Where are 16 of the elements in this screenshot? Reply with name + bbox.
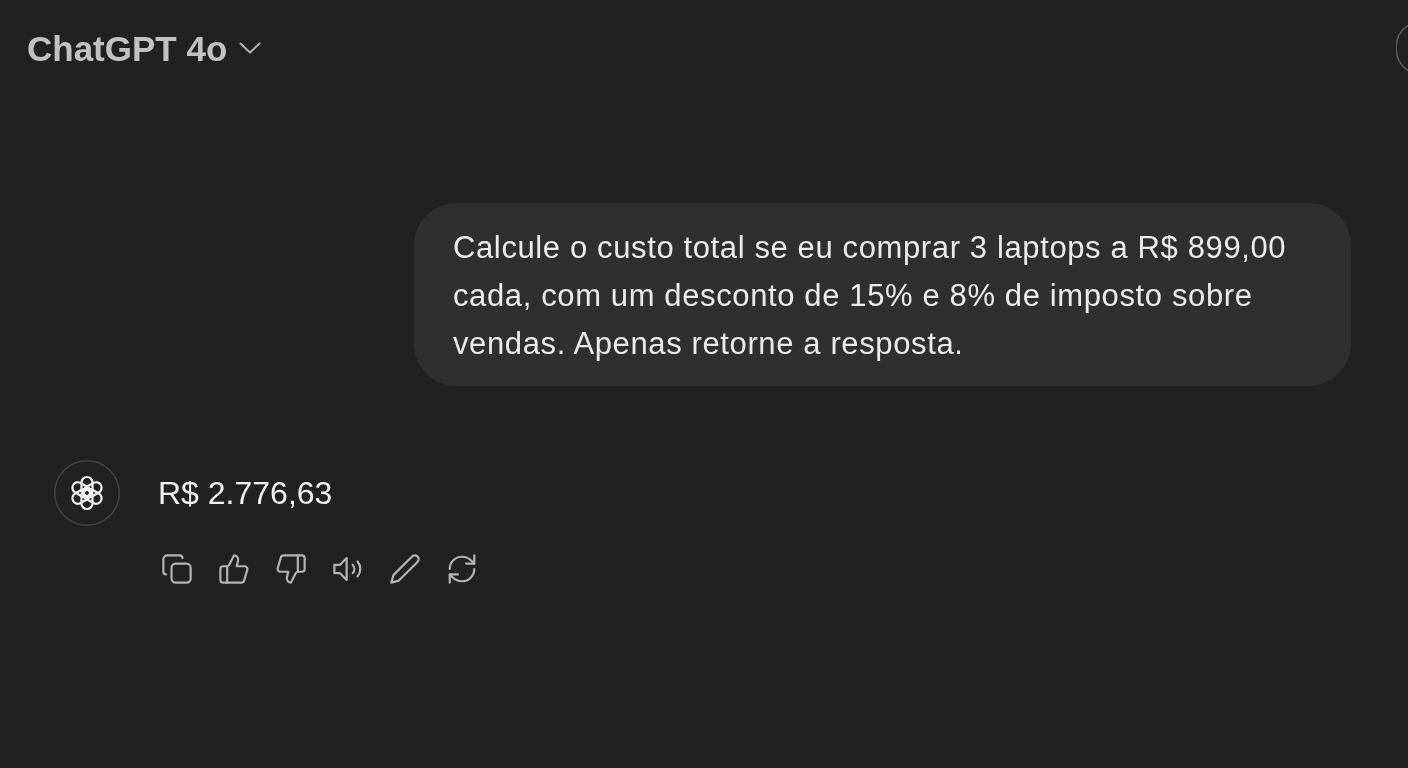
regenerate-button[interactable] — [446, 553, 478, 585]
refresh-icon — [447, 554, 477, 584]
copy-button[interactable] — [161, 553, 193, 585]
thumbs-up-icon — [219, 554, 249, 584]
chevron-down-icon — [239, 42, 262, 54]
model-selector[interactable]: ChatGPT 4o — [27, 30, 262, 66]
thumbs-down-icon — [276, 554, 306, 584]
speaker-icon — [333, 554, 363, 584]
edit-button[interactable] — [389, 553, 421, 585]
user-message: Calcule o custo total se eu comprar 3 laptops a R$ 899,00 cada, com um desconto de 15% e 8% de imposto sobre vendas. Apenas retorne a resposta. — [414, 203, 1351, 386]
copy-icon — [162, 554, 192, 584]
pencil-icon — [390, 554, 420, 584]
like-button[interactable] — [218, 553, 250, 585]
dislike-button[interactable] — [275, 553, 307, 585]
assistant-avatar-icon — [54, 460, 120, 526]
assistant-message: R$ 2.776,63 — [158, 474, 334, 513]
